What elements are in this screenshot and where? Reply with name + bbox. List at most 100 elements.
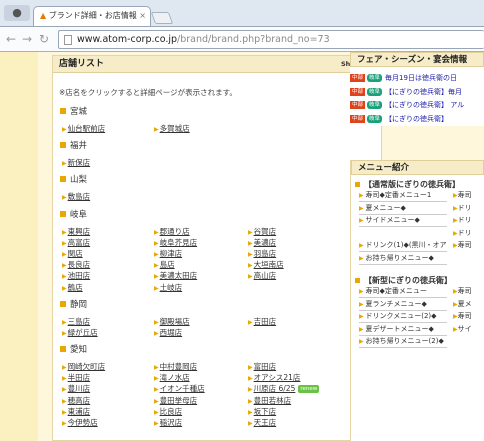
prefecture-name: 宮城 [70, 107, 88, 117]
store-link[interactable]: 西堀店 [160, 328, 183, 337]
menu-link[interactable]: ▶ 寿司◆定番メニュー1 [359, 190, 447, 202]
menu-link[interactable]: ▶ 寿司◆定番メニュー [359, 286, 447, 298]
arrow-icon: ▶ [154, 364, 159, 372]
back-icon[interactable]: ← [6, 32, 16, 46]
store-link[interactable]: 柳津店 [160, 249, 183, 258]
store-link[interactable]: 鶴店 [68, 283, 83, 292]
arrow-icon: ▶ [62, 386, 67, 394]
news-item[interactable]: 中部 岐阜 【にぎりの徳兵衛】毎月 [350, 85, 484, 99]
menu-link-right[interactable]: ▶ドリ [453, 215, 472, 226]
news-text[interactable]: 【にぎりの徳兵衛】 [385, 115, 448, 123]
arrow-icon: ▶ [248, 364, 253, 372]
store-link[interactable]: イオン千種店 [160, 384, 205, 393]
news-text[interactable]: 毎月19日は徳兵衛の日 [385, 74, 457, 82]
news-text[interactable]: 【にぎりの徳兵衛】 アル [385, 101, 464, 109]
menu-link-right[interactable]: ▶ドリ [453, 203, 472, 214]
menu-link[interactable]: ▶ 夏デザートメニュー◆ [359, 324, 447, 336]
browser-tab[interactable]: ▲ ブランド詳細・お店情報 × [33, 6, 151, 27]
store-list-title: 店舗リスト [59, 59, 105, 69]
menu-link-right[interactable]: ▶寿司 [453, 190, 472, 201]
browser-chrome: ● ▲ ブランド詳細・お店情報 × ← → ↻ www.atom-corp.co… [0, 0, 484, 52]
store-link[interactable]: 高富店 [68, 238, 91, 247]
arrow-icon: ▶ [154, 375, 159, 383]
store-link[interactable]: 仙台駅前店 [68, 124, 106, 133]
store-link[interactable]: 谷賀店 [254, 227, 277, 236]
store-cell: ▶中村豊岡店 [154, 361, 197, 373]
menu-link-right[interactable]: ▶寿司 [453, 240, 472, 251]
store-link[interactable]: 土岐店 [160, 283, 183, 292]
store-link[interactable]: 新保店 [68, 158, 91, 167]
store-link[interactable]: 豊川店 [68, 384, 91, 393]
menu-link[interactable]: ▶ お持ち帰りメニュー◆ [359, 253, 447, 265]
store-link[interactable]: 富田店 [254, 362, 277, 371]
store-link[interactable]: 羽島店 [254, 249, 277, 258]
store-link[interactable]: 高山店 [254, 271, 277, 280]
store-link[interactable]: 稲沢店 [160, 418, 183, 427]
url-path: /brand/brand.php?brand_no=73 [177, 34, 330, 45]
store-link[interactable]: 豊田挙母店 [160, 396, 198, 405]
store-link[interactable]: 滝ノ水店 [160, 373, 190, 382]
menu-link[interactable]: ▶ ドリンクメニュー(2)◆ [359, 311, 447, 323]
menu-link[interactable]: ▶ ドリンク(1)◆(黒川・オアシス・芥見・東興・高富・池田・アピタ岐阜・鶴田) [359, 240, 447, 252]
arrow-icon: ▶ [248, 228, 253, 236]
menu-box: メニュー紹介 【通常版にぎりの徳兵衛】 ▶ 寿司◆定番メニュー1 ▶寿司 ▶ 夏メニュ… [350, 160, 484, 441]
store-link[interactable]: 比良店 [160, 407, 183, 416]
store-cell: ▶西堀店 [154, 327, 182, 339]
close-icon[interactable]: × [139, 7, 146, 25]
store-link[interactable]: 今伊勢店 [68, 418, 98, 427]
menu-link[interactable]: ▶ サイドメニュー◆ [359, 215, 447, 227]
menu-link-right[interactable]: ▶ドリ [453, 228, 472, 239]
store-link[interactable]: 池田店 [68, 271, 91, 280]
menu-link[interactable]: ▶ 夏ランチメニュー◆ [359, 299, 447, 311]
news-text[interactable]: 【にぎりの徳兵衛】毎月 [385, 88, 462, 96]
store-link[interactable]: 岡崎欠町店 [68, 362, 106, 371]
store-cell: ▶谷賀店 [248, 226, 276, 238]
news-item[interactable]: 中部 岐阜 【にぎりの徳兵衛】 [350, 112, 484, 126]
store-link[interactable]: 川原店 6/25 [254, 384, 296, 393]
news-item[interactable]: 中部 岐阜 【にぎりの徳兵衛】 アル [350, 99, 484, 113]
right-column: フェア・シーズン・宴会情報 中部 岐阜 毎月19日は徳兵衛の日 中部 岐阜 【にぎりの徳兵… [350, 52, 484, 441]
menu-link-right[interactable]: ▶寿司 [453, 286, 472, 297]
forward-icon[interactable]: → [22, 32, 32, 46]
store-link[interactable]: 半田店 [68, 373, 91, 382]
store-link[interactable]: 郡通り店 [160, 227, 190, 236]
menu-link-right[interactable]: ▶夏メ [453, 299, 472, 310]
store-link[interactable]: 岐阜芥見店 [160, 238, 198, 247]
store-link[interactable]: 美濃太田店 [160, 271, 198, 280]
store-link[interactable]: 吉田店 [254, 317, 277, 326]
menu-link[interactable]: ▶ 夏メニュー◆ [359, 203, 447, 215]
store-link[interactable]: 坂下店 [254, 407, 277, 416]
menu-link[interactable]: ▶ お持ち帰りメニュー(2)◆ [359, 336, 447, 348]
store-link[interactable]: 天王店 [254, 418, 277, 427]
menu-link-right[interactable]: ▶寿司 [453, 311, 472, 322]
store-link[interactable]: 多賀城店 [160, 124, 190, 133]
store-link[interactable]: 東浦店 [68, 407, 91, 416]
store-cell: ▶仙台駅前店 [62, 123, 105, 135]
store-link[interactable]: 島店 [160, 260, 175, 269]
store-link[interactable]: 中村豊岡店 [160, 362, 198, 371]
area-badge: 岐阜 [367, 87, 383, 96]
store-link[interactable]: 長良店 [68, 260, 91, 269]
store-link[interactable]: 美濃店 [254, 238, 277, 247]
store-link[interactable]: 大垣南店 [254, 260, 284, 269]
store-link[interactable]: 緑が丘店 [68, 328, 98, 337]
reload-icon[interactable]: ↻ [39, 32, 49, 46]
address-bar[interactable]: www.atom-corp.co.jp/brand/brand.php?bran… [58, 30, 484, 49]
bullet-icon [60, 108, 66, 114]
store-link[interactable]: 御殿場店 [160, 317, 190, 326]
store-link[interactable]: 敷島店 [68, 192, 91, 201]
store-link[interactable]: オアシス21店 [254, 373, 301, 382]
store-link[interactable]: 東興店 [68, 227, 91, 236]
store-row: ▶東浦店 ▶比良店 ▶坂下店 [62, 406, 381, 417]
store-link[interactable]: 三島店 [68, 317, 91, 326]
news-item[interactable]: 中部 岐阜 毎月19日は徳兵衛の日 [350, 72, 484, 86]
menu-section-label: 【通常版にぎりの徳兵衛】 [364, 180, 460, 189]
store-cell: ▶比良店 [154, 406, 182, 418]
arrow-icon: ▶ [248, 408, 253, 416]
url-host: www.atom-corp.co.jp [77, 34, 178, 45]
store-link[interactable]: 豊田若林店 [254, 396, 292, 405]
store-link[interactable]: 関店 [68, 249, 83, 258]
new-tab-button[interactable] [150, 12, 174, 24]
menu-link-right[interactable]: ▶サイ [453, 324, 472, 335]
store-link[interactable]: 穂高店 [68, 396, 91, 405]
